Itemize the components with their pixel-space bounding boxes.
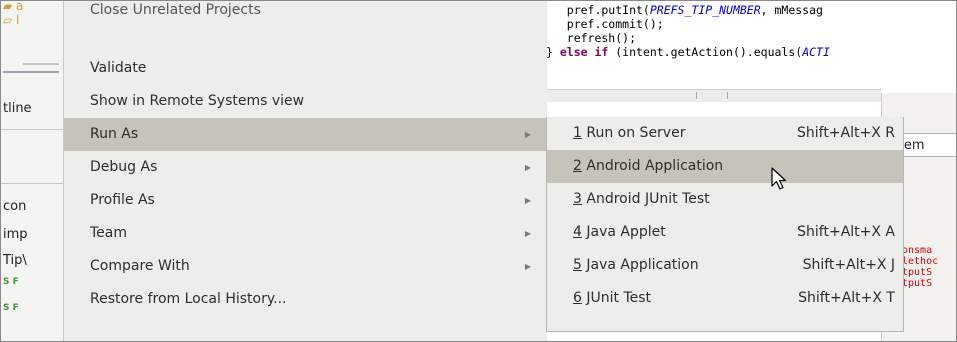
code-line: pref.commit(); — [546, 17, 664, 31]
left-item-con[interactable]: con — [3, 199, 26, 214]
left-item-imp[interactable]: imp — [3, 227, 28, 242]
folder-icon: ▱ l — [3, 13, 20, 27]
menu-item-profile-as[interactable]: Profile As ▶ — [64, 184, 547, 217]
submenu-item-junit-test[interactable]: 6 JUnit Test Shift+Alt+X T — [547, 282, 903, 315]
mnemonic: 1 — [573, 125, 582, 141]
menu-item-show-in-remote-systems[interactable]: Show in Remote Systems view — [64, 85, 547, 118]
error-text: onsma — [902, 245, 933, 256]
menu-item-label: Restore from Local History... — [90, 291, 287, 307]
shortcut-label: Shift+Alt+X T — [798, 290, 895, 306]
submenu-item-label: Android Application — [581, 158, 724, 174]
error-text: tputS — [902, 267, 933, 278]
shortcut-label: Shift+Alt+X A — [797, 224, 895, 240]
mnemonic: 4 — [573, 224, 582, 240]
mouse-cursor-icon — [771, 167, 787, 190]
editor-horizontal-scrollbar[interactable] — [546, 89, 881, 102]
submenu-item-run-on-server[interactable]: 1 Run on Server Shift+Alt+X R — [547, 117, 903, 150]
left-panel: ▰ a ▱ l tline con imp Tip\ S F S F — [1, 0, 63, 341]
divider — [3, 71, 59, 73]
scrollbar-thumb[interactable] — [696, 92, 728, 99]
mnemonic: 6 — [573, 290, 582, 306]
shortcut-label: Shift+Alt+X R — [796, 125, 895, 141]
mnemonic: 2 — [573, 158, 582, 174]
submenu-arrow-icon: ▶ — [524, 130, 531, 139]
menu-item-label: Debug As — [90, 159, 158, 175]
code-line: pref.putInt(PREFS_TIP_NUMBER, mMessag — [546, 3, 823, 17]
menu-item-label: Team — [90, 225, 128, 241]
static-field-icon: S F — [3, 303, 19, 313]
submenu-item-java-applet[interactable]: 4 Java Applet Shift+Alt+X A — [547, 216, 903, 249]
submenu-item-label: JUnit Test — [581, 290, 652, 306]
submenu-item-android-junit-test[interactable]: 3 Android JUnit Test — [547, 183, 903, 216]
menu-item-label: Profile As — [90, 192, 155, 208]
menu-item-label: Close Unrelated Projects — [90, 2, 261, 18]
menu-item-run-as[interactable]: Run As ▶ — [64, 118, 547, 151]
submenu-item-label: Java Applet — [581, 224, 666, 240]
mnemonic: 5 — [573, 257, 582, 273]
outline-tab[interactable]: tline — [3, 101, 32, 116]
divider — [1, 183, 63, 184]
left-item-tip[interactable]: Tip\ — [3, 253, 27, 268]
mnemonic: 3 — [573, 191, 582, 207]
menu-item-label: Show in Remote Systems view — [90, 93, 305, 109]
menu-item-close-unrelated-projects[interactable]: Close Unrelated Projects — [64, 1, 547, 23]
menu-item-restore-from-local-history[interactable]: Restore from Local History... — [64, 283, 547, 316]
menu-item-label: Run As — [90, 126, 139, 142]
submenu-item-label: Run on Server — [581, 125, 686, 141]
code-line: refresh(); — [546, 31, 637, 45]
shortcut-label: Shift+Alt+X J — [802, 257, 895, 273]
screenshot-frame: ▰ a ▱ l tline con imp Tip\ S F S F pref.… — [0, 0, 957, 342]
submenu-arrow-icon: ▶ — [524, 163, 531, 172]
context-menu: Close Unrelated Projects Validate Show i… — [63, 1, 547, 341]
submenu-arrow-icon: ▶ — [524, 262, 531, 271]
run-as-submenu: 1 Run on Server Shift+Alt+X R 2 Android … — [546, 117, 904, 332]
code-line: } else if (intent.getAction().equals(ACT… — [546, 45, 830, 59]
folder-icon: ▰ a — [3, 0, 24, 13]
divider — [1, 129, 63, 130]
submenu-arrow-icon: ▶ — [524, 229, 531, 238]
menu-item-label: Validate — [90, 60, 147, 76]
menu-item-debug-as[interactable]: Debug As ▶ — [64, 151, 547, 184]
submenu-arrow-icon: ▶ — [524, 196, 531, 205]
code-editor: pref.putInt(PREFS_TIP_NUMBER, mMessag pr… — [546, 3, 956, 93]
submenu-item-java-application[interactable]: 5 Java Application Shift+Alt+X J — [547, 249, 903, 282]
submenu-item-label: Java Application — [581, 257, 699, 273]
error-text: lethoc — [902, 256, 939, 267]
submenu-item-android-application[interactable]: 2 Android Application — [547, 150, 903, 183]
menu-item-label: Compare With — [90, 258, 190, 274]
menu-item-validate[interactable]: Validate — [64, 52, 547, 85]
error-text: tputS — [902, 278, 933, 289]
menu-item-compare-with[interactable]: Compare With ▶ — [64, 250, 547, 283]
menu-item-team[interactable]: Team ▶ — [64, 217, 547, 250]
divider — [23, 63, 59, 65]
submenu-item-label: Android JUnit Test — [581, 191, 710, 207]
static-field-icon: S F — [3, 277, 19, 287]
